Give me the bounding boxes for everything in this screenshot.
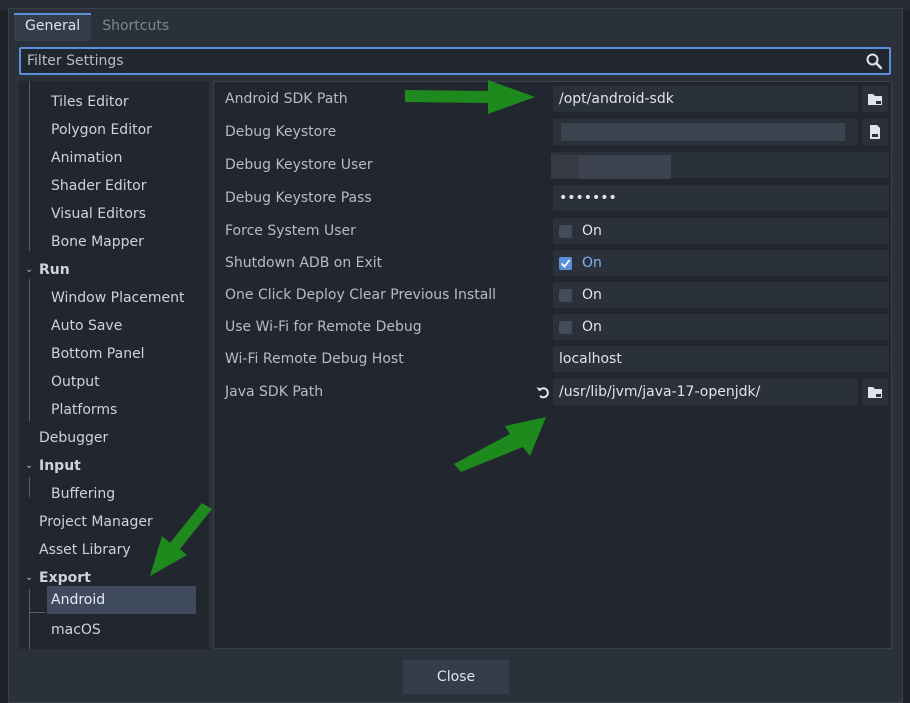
setting-label: One Click Deploy Clear Previous Install: [225, 287, 497, 303]
android-sdk-path-field[interactable]: /opt/android-sdk: [553, 86, 858, 112]
redacted-value: [579, 155, 671, 179]
tree-item-platforms[interactable]: Platforms: [51, 396, 117, 424]
setting-label: Debug Keystore User: [225, 157, 373, 173]
checkbox-label: On: [582, 223, 602, 239]
setting-label: Java SDK Path: [225, 384, 324, 400]
browse-button[interactable]: [862, 379, 888, 405]
use-wifi-toggle[interactable]: On: [553, 314, 889, 340]
folder-icon: [868, 94, 882, 105]
tree-item-polygon-editor[interactable]: Polygon Editor: [51, 116, 152, 144]
setting-force-system-user: Force System User On: [214, 216, 893, 246]
setting-debug-keystore-pass: Debug Keystore Pass •••••••: [214, 183, 893, 213]
checkbox-label: On: [582, 255, 602, 271]
check-icon: [560, 259, 571, 268]
tab-bar: General Shortcuts: [14, 13, 180, 41]
setting-label: Shutdown ADB on Exit: [225, 255, 383, 271]
close-button[interactable]: Close: [403, 660, 509, 694]
tree-item-buffering[interactable]: Buffering: [51, 480, 115, 508]
tree-item-android[interactable]: Android: [47, 586, 196, 614]
filter-settings-input[interactable]: [21, 49, 873, 73]
tree-item-macos[interactable]: macOS: [51, 616, 101, 644]
setting-label: Force System User: [225, 223, 356, 239]
annotation-arrow-icon: [150, 503, 212, 576]
wifi-remote-host-field[interactable]: localhost: [553, 346, 889, 372]
tree-guide-line: [29, 589, 30, 649]
setting-debug-keystore: Debug Keystore: [214, 117, 893, 147]
setting-debug-keystore-user: Debug Keystore User: [214, 150, 893, 180]
settings-inspector: Android SDK Path /opt/android-sdk Debug …: [213, 81, 892, 649]
java-sdk-path-field[interactable]: /usr/lib/jvm/java-17-openjdk/: [553, 379, 858, 405]
annotation-arrow-icon: [405, 80, 535, 114]
tree-item-run[interactable]: Run: [39, 256, 70, 284]
chevron-down-icon[interactable]: ⌄: [25, 264, 33, 275]
setting-label: Android SDK Path: [225, 91, 348, 107]
tree-guide-line: [29, 477, 30, 497]
shutdown-adb-toggle[interactable]: On: [553, 250, 889, 276]
tree-item-animation[interactable]: Animation: [51, 144, 122, 172]
tab-shortcuts[interactable]: Shortcuts: [91, 13, 180, 41]
checkbox-label: On: [582, 319, 602, 335]
force-system-user-toggle[interactable]: On: [553, 218, 889, 244]
chevron-down-icon[interactable]: ⌄: [25, 572, 33, 583]
search-icon[interactable]: [865, 52, 883, 70]
tree-item-project-manager[interactable]: Project Manager: [39, 508, 153, 536]
setting-label: Wi-Fi Remote Debug Host: [225, 351, 404, 367]
setting-shutdown-adb: Shutdown ADB on Exit On: [214, 248, 893, 278]
revert-icon[interactable]: [535, 384, 551, 400]
browse-button[interactable]: [862, 119, 888, 145]
debug-keystore-user-field[interactable]: [551, 152, 889, 179]
tree-item-auto-save[interactable]: Auto Save: [51, 312, 122, 340]
redacted-value: [561, 123, 845, 141]
setting-label: Debug Keystore Pass: [225, 190, 372, 206]
tree-guide-line: [29, 612, 45, 613]
tree-item-bone-mapper[interactable]: Bone Mapper: [51, 228, 144, 256]
browse-button[interactable]: [862, 86, 888, 112]
tree-item-tiles-editor[interactable]: Tiles Editor: [51, 88, 129, 116]
tree-item-input[interactable]: Input: [39, 452, 81, 480]
tab-general[interactable]: General: [14, 13, 92, 41]
debug-keystore-field[interactable]: [553, 119, 858, 145]
tree-guide-line: [29, 279, 30, 421]
setting-one-click-deploy: One Click Deploy Clear Previous Install …: [214, 280, 893, 310]
tree-item-output[interactable]: Output: [51, 368, 100, 396]
setting-label: Debug Keystore: [225, 124, 337, 140]
annotation-arrow-icon: [454, 417, 546, 472]
tree-item-visual-editors[interactable]: Visual Editors: [51, 200, 146, 228]
checkbox[interactable]: [559, 225, 572, 238]
chevron-down-icon[interactable]: ⌄: [25, 460, 33, 471]
tree-guide-line: [29, 81, 30, 251]
checkbox[interactable]: [559, 321, 572, 334]
filter-settings-field: [19, 47, 891, 75]
one-click-deploy-toggle[interactable]: On: [553, 282, 889, 308]
checkbox-label: On: [582, 287, 602, 303]
debug-keystore-pass-field[interactable]: •••••••: [553, 185, 889, 211]
tree-item-asset-library[interactable]: Asset Library: [39, 536, 131, 564]
checkbox[interactable]: [559, 289, 572, 302]
tree-item-shader-editor[interactable]: Shader Editor: [51, 172, 146, 200]
file-icon: [870, 125, 880, 139]
redacted-value: [551, 155, 579, 179]
folder-icon: [868, 387, 882, 398]
tree-item-window-placement[interactable]: Window Placement: [51, 284, 185, 312]
tree-item-debugger[interactable]: Debugger: [39, 424, 108, 452]
setting-java-sdk-path: Java SDK Path /usr/lib/jvm/java-17-openj…: [214, 377, 893, 407]
setting-wifi-remote-host: Wi-Fi Remote Debug Host localhost: [214, 344, 893, 374]
checkbox-checked[interactable]: [559, 257, 572, 270]
setting-use-wifi: Use Wi-Fi for Remote Debug On: [214, 312, 893, 342]
tree-item-bottom-panel[interactable]: Bottom Panel: [51, 340, 145, 368]
setting-android-sdk-path: Android SDK Path /opt/android-sdk: [214, 84, 893, 114]
setting-label: Use Wi-Fi for Remote Debug: [225, 319, 422, 335]
